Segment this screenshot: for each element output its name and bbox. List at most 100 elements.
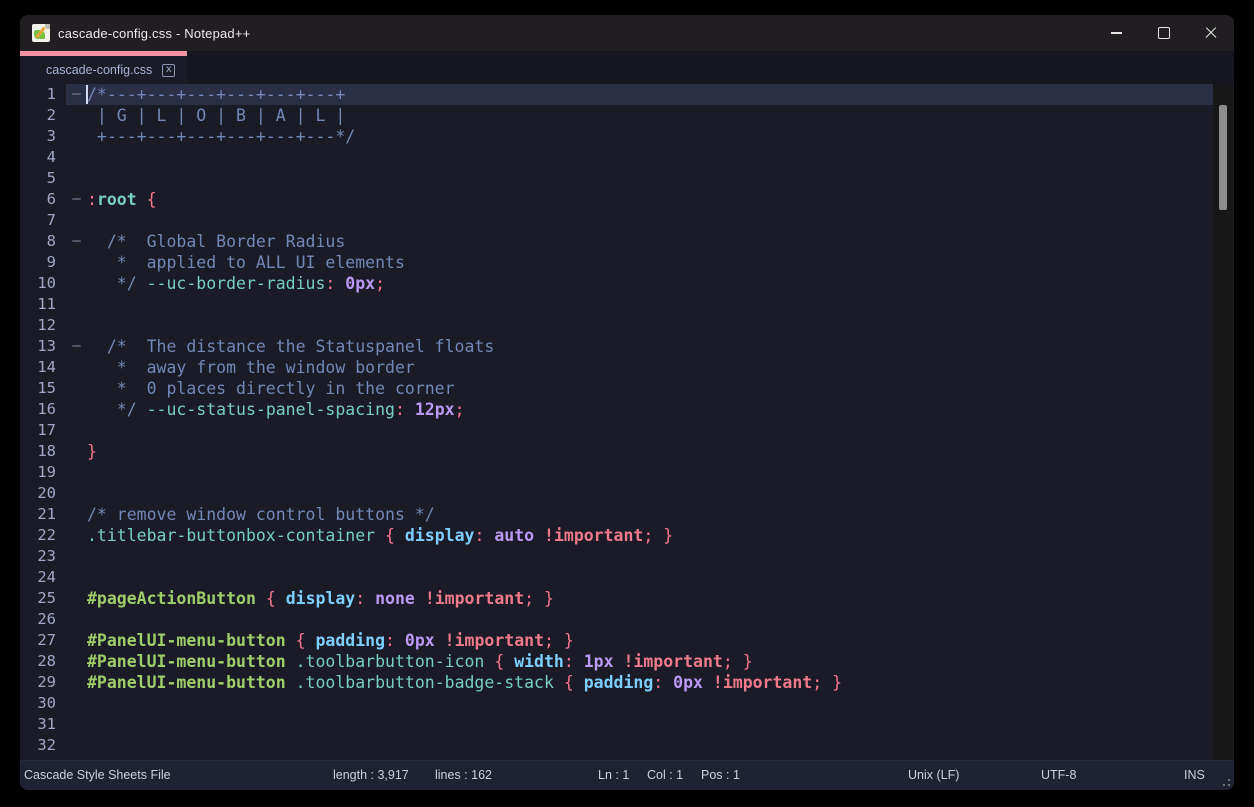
- fold-margin: [66, 525, 87, 546]
- close-button[interactable]: [1187, 15, 1234, 51]
- code-editor[interactable]: 1–/*---+---+---+---+---+---+2 | G | L | …: [20, 84, 1234, 760]
- code-line[interactable]: 25 #pageActionButton { display: none !imp…: [20, 588, 1234, 609]
- code-text: #PanelUI-menu-button .toolbarbutton-badg…: [87, 672, 842, 693]
- line-number: 24: [20, 567, 66, 588]
- fold-margin: [66, 630, 87, 651]
- fold-margin: [66, 546, 87, 567]
- fold-margin: [66, 105, 87, 126]
- line-number: 8: [20, 231, 66, 252]
- code-text: /* The distance the Statuspanel floats: [87, 336, 494, 357]
- code-line[interactable]: 11: [20, 294, 1234, 315]
- status-eol-format: Unix (LF): [908, 761, 959, 790]
- code-line[interactable]: 22.titlebar-buttonbox-container { displa…: [20, 525, 1234, 546]
- line-number: 17: [20, 420, 66, 441]
- fold-margin: [66, 567, 87, 588]
- code-line[interactable]: 28#PanelUI-menu-button .toolbarbutton-ic…: [20, 651, 1234, 672]
- line-number: 20: [20, 483, 66, 504]
- tab-cascade-config-css[interactable]: cascade-config.css x: [20, 51, 187, 84]
- scrollbar-thumb[interactable]: [1219, 105, 1227, 210]
- fold-marker-icon[interactable]: –: [66, 336, 87, 357]
- code-line[interactable]: 19: [20, 462, 1234, 483]
- code-text: * 0 places directly in the corner: [87, 378, 455, 399]
- code-line[interactable]: 6–:root {: [20, 189, 1234, 210]
- code-line[interactable]: 29#PanelUI-menu-button .toolbarbutton-ba…: [20, 672, 1234, 693]
- fold-margin: [66, 672, 87, 693]
- maximize-button[interactable]: [1140, 15, 1187, 51]
- line-number: 25: [20, 588, 66, 609]
- code-line[interactable]: 7: [20, 210, 1234, 231]
- window-controls: [1093, 15, 1234, 51]
- line-number: 28: [20, 651, 66, 672]
- code-line[interactable]: 15 * 0 places directly in the corner: [20, 378, 1234, 399]
- line-number: 10: [20, 273, 66, 294]
- vertical-scrollbar[interactable]: [1213, 84, 1233, 760]
- code-line[interactable]: 27#PanelUI-menu-button { padding: 0px !i…: [20, 630, 1234, 651]
- line-number: 4: [20, 147, 66, 168]
- code-text: */ --uc-border-radius: 0px;: [87, 273, 385, 294]
- fold-margin: [66, 735, 87, 756]
- status-position: Pos : 1: [701, 761, 740, 790]
- code-line[interactable]: 18}: [20, 441, 1234, 462]
- code-line[interactable]: 3 +---+---+---+---+---+---*/: [20, 126, 1234, 147]
- code-text: * applied to ALL UI elements: [87, 252, 405, 273]
- code-line[interactable]: 24: [20, 567, 1234, 588]
- code-line[interactable]: 31: [20, 714, 1234, 735]
- maximize-icon: [1158, 27, 1170, 39]
- status-column: Col : 1: [647, 761, 683, 790]
- fold-marker-icon[interactable]: –: [66, 84, 87, 105]
- line-number: 1: [20, 84, 66, 105]
- fold-margin: [66, 609, 87, 630]
- code-line[interactable]: 21/* remove window control buttons */: [20, 504, 1234, 525]
- line-number: 12: [20, 315, 66, 336]
- fold-margin: [66, 378, 87, 399]
- code-line[interactable]: 26: [20, 609, 1234, 630]
- fold-margin: [66, 294, 87, 315]
- resize-grip-icon[interactable]: [1218, 774, 1230, 786]
- fold-margin: [66, 462, 87, 483]
- code-line[interactable]: 5: [20, 168, 1234, 189]
- line-number: 2: [20, 105, 66, 126]
- code-text: .titlebar-buttonbox-container { display:…: [87, 525, 673, 546]
- fold-margin: [66, 504, 87, 525]
- code-line[interactable]: 8– /* Global Border Radius: [20, 231, 1234, 252]
- code-text: | G | L | O | B | A | L |: [87, 105, 345, 126]
- notepad-plus-plus-window: cascade-config.css - Notepad++ cascade-c…: [20, 15, 1234, 790]
- code-text: #pageActionButton { display: none !impor…: [87, 588, 554, 609]
- status-line: Ln : 1: [598, 761, 629, 790]
- fold-marker-icon[interactable]: –: [66, 189, 87, 210]
- code-line[interactable]: 1–/*---+---+---+---+---+---+: [20, 84, 1234, 105]
- line-number: 15: [20, 378, 66, 399]
- code-line[interactable]: 17: [20, 420, 1234, 441]
- code-line[interactable]: 13– /* The distance the Statuspanel floa…: [20, 336, 1234, 357]
- code-line[interactable]: 30: [20, 693, 1234, 714]
- code-line[interactable]: 2 | G | L | O | B | A | L |: [20, 105, 1234, 126]
- status-lines: lines : 162: [435, 761, 492, 790]
- tab-close-icon: x: [166, 65, 172, 75]
- fold-margin: [66, 252, 87, 273]
- fold-marker-icon[interactable]: –: [66, 231, 87, 252]
- code-line[interactable]: 12: [20, 315, 1234, 336]
- status-insert-mode: INS: [1184, 761, 1205, 790]
- fold-margin: [66, 357, 87, 378]
- code-text: +---+---+---+---+---+---*/: [87, 126, 355, 147]
- code-line[interactable]: 14 * away from the window border: [20, 357, 1234, 378]
- minimize-button[interactable]: [1093, 15, 1140, 51]
- code-line[interactable]: 16 */ --uc-status-panel-spacing: 12px;: [20, 399, 1234, 420]
- fold-margin: [66, 714, 87, 735]
- line-number: 18: [20, 441, 66, 462]
- line-number: 30: [20, 693, 66, 714]
- code-text: * away from the window border: [87, 357, 415, 378]
- status-length: length : 3,917: [333, 761, 409, 790]
- fold-margin: [66, 315, 87, 336]
- fold-margin: [66, 651, 87, 672]
- code-line[interactable]: 23: [20, 546, 1234, 567]
- fold-margin: [66, 273, 87, 294]
- title-bar[interactable]: cascade-config.css - Notepad++: [20, 15, 1234, 51]
- code-line[interactable]: 9 * applied to ALL UI elements: [20, 252, 1234, 273]
- fold-margin: [66, 441, 87, 462]
- code-line[interactable]: 10 */ --uc-border-radius: 0px;: [20, 273, 1234, 294]
- code-line[interactable]: 4: [20, 147, 1234, 168]
- code-line[interactable]: 20: [20, 483, 1234, 504]
- tab-close-button[interactable]: x: [162, 64, 175, 77]
- code-line[interactable]: 32: [20, 735, 1234, 756]
